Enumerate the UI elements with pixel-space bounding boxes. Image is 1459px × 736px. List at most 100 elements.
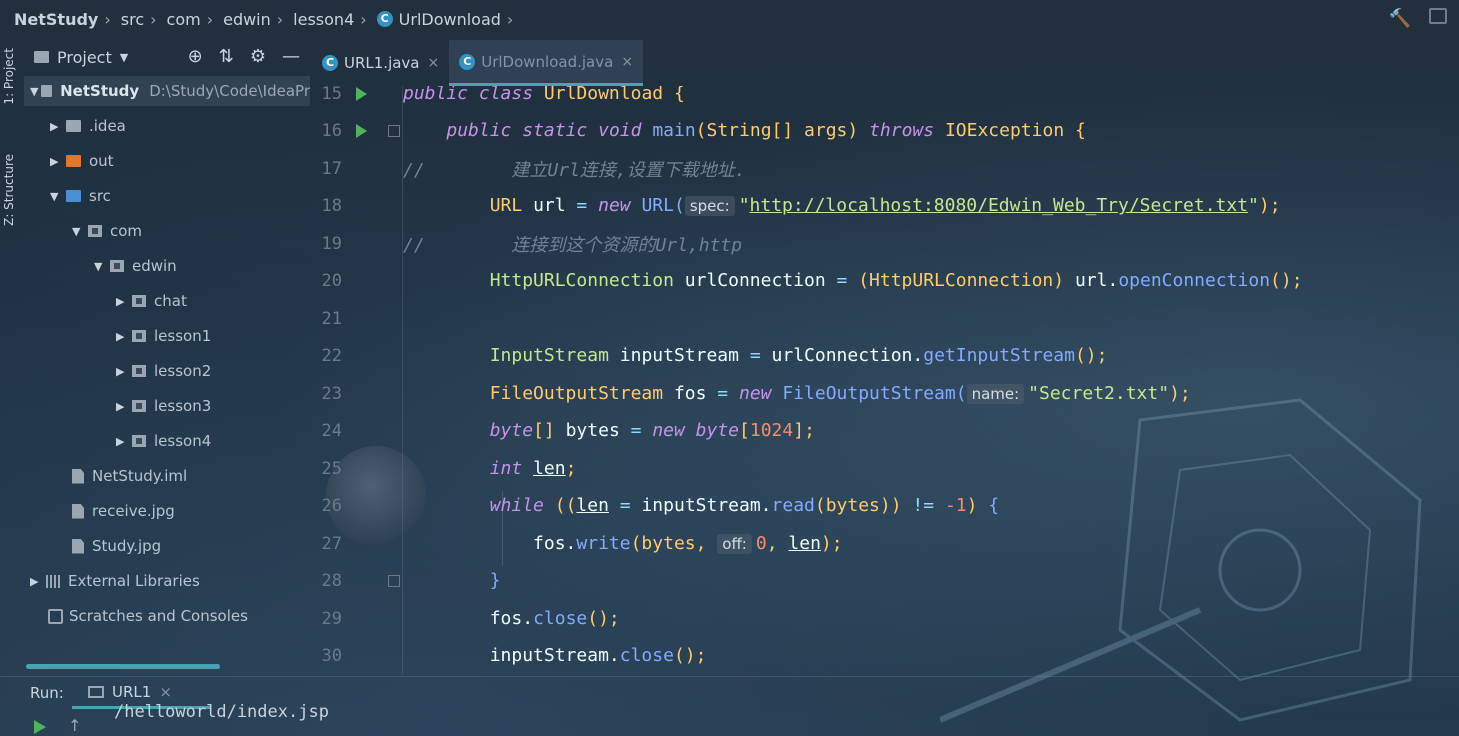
collapse-all-icon[interactable]: ⇅ <box>219 46 234 67</box>
breadcrumb-src[interactable]: src <box>121 10 144 29</box>
code-token: = <box>619 495 631 517</box>
code-token: int <box>489 458 523 480</box>
minimize-icon[interactable]: — <box>282 46 300 67</box>
code-token: read <box>771 495 815 517</box>
structure-tool-button[interactable]: Z: Structure <box>2 154 16 226</box>
line-number: 18 <box>321 195 342 216</box>
rerun-icon[interactable] <box>34 720 46 734</box>
close-icon[interactable]: × <box>621 54 633 70</box>
line-number: 30 <box>321 645 342 666</box>
code-token: = <box>576 195 588 217</box>
chevron-down-icon[interactable]: ▼ <box>50 190 66 203</box>
code-comment: 建立Url连接,设置下载地址. <box>511 159 746 181</box>
line-number: 28 <box>321 570 342 591</box>
chevron-down-icon[interactable]: ▼ <box>120 51 128 64</box>
tab-url1-java[interactable]: C URL1.java × <box>312 40 449 86</box>
code-url-link[interactable]: http://localhost:8080/Edwin_Web_Try/Secr… <box>750 195 1249 216</box>
folder-icon <box>66 155 81 167</box>
gear-icon[interactable]: ⚙ <box>250 46 266 67</box>
code-token: (); <box>673 645 707 667</box>
run-console[interactable]: ↑ /helloworld/index.jsp <box>0 702 1459 736</box>
tree-item-out[interactable]: ▶ out <box>50 146 114 176</box>
tree-item-lesson2[interactable]: ▶ lesson2 <box>116 356 211 386</box>
tree-item-label: External Libraries <box>68 572 200 590</box>
breadcrumb-urldownload[interactable]: UrlDownload <box>399 10 501 29</box>
tree-item-netstudy-iml[interactable]: NetStudy.iml <box>72 461 187 491</box>
code-token: HttpURLConnection <box>489 270 674 292</box>
code-token: getInputStream <box>923 345 1075 367</box>
code-line-26: 26 while ((len = inputStream.read(bytes)… <box>312 487 1459 525</box>
run-class-icon[interactable] <box>356 86 367 101</box>
chevron-down-icon[interactable]: ▼ <box>30 85 41 98</box>
tree-item-lesson3[interactable]: ▶ lesson3 <box>116 391 211 421</box>
tree-item-label: src <box>89 187 111 205</box>
code-line-24: 24 byte[] bytes = new byte[1024]; <box>312 412 1459 450</box>
project-view-selector[interactable]: Project <box>57 48 112 67</box>
breadcrumb-lesson4[interactable]: lesson4 <box>293 10 354 29</box>
tree-item-path: D:\Study\Code\IdeaPr <box>149 82 310 100</box>
file-icon <box>72 468 84 484</box>
code-token: fos. <box>489 608 534 630</box>
chevron-right-icon[interactable]: ▶ <box>116 295 132 308</box>
build-hammer-icon[interactable]: 🔨 <box>1389 8 1411 29</box>
code-token: " <box>738 195 750 217</box>
code-token: urlConnection. <box>771 345 924 367</box>
chevron-right-icon[interactable]: ▶ <box>116 330 132 343</box>
chevron-right-icon[interactable]: ▶ <box>50 120 66 133</box>
code-token: len <box>533 458 566 480</box>
run-panel-label: Run: <box>30 683 64 702</box>
breadcrumb-com[interactable]: com <box>167 10 201 29</box>
close-icon[interactable]: × <box>428 55 440 71</box>
frame-icon[interactable] <box>1429 8 1447 24</box>
code-token: while <box>489 495 544 517</box>
line-number: 24 <box>321 420 342 441</box>
folder-icon <box>66 120 81 132</box>
tree-item-com[interactable]: ▼ com <box>72 216 142 246</box>
project-tool-button[interactable]: 1: Project <box>2 48 16 105</box>
arrow-up-icon[interactable]: ↑ <box>68 716 81 735</box>
code-line-29: 29 fos.close(); <box>312 600 1459 638</box>
code-token: FileOutputStream( <box>782 383 967 405</box>
breadcrumb-edwin[interactable]: edwin <box>223 10 271 29</box>
code-token: (String[] args) <box>695 120 859 142</box>
code-token: { <box>1075 120 1086 142</box>
code-token: class <box>478 86 534 105</box>
tree-item-netstudy-root[interactable]: ▼ NetStudy D:\Study\Code\IdeaPr <box>24 76 310 106</box>
tree-item-src[interactable]: ▼ src <box>50 181 111 211</box>
code-line-23: 23 FileOutputStream fos = new FileOutput… <box>312 375 1459 413</box>
chevron-right-icon[interactable]: ▶ <box>116 365 132 378</box>
chevron-right-icon[interactable]: ▶ <box>116 400 132 413</box>
breadcrumb-netstudy[interactable]: NetStudy <box>14 10 98 29</box>
chevron-down-icon[interactable]: ▼ <box>72 225 88 238</box>
locate-icon[interactable]: ⊕ <box>188 46 203 67</box>
line-number: 16 <box>321 120 342 141</box>
chevron-right-icon[interactable]: ▶ <box>30 575 46 588</box>
code-token: openConnection <box>1118 270 1271 292</box>
tab-urldownload-java[interactable]: C UrlDownload.java × <box>449 40 644 86</box>
code-token: IOException <box>944 120 1065 142</box>
fold-icon[interactable] <box>388 124 400 137</box>
tree-item-edwin[interactable]: ▼ edwin <box>94 251 177 281</box>
code-token: urlConnection <box>684 270 826 292</box>
close-icon[interactable]: × <box>159 683 172 701</box>
chevron-down-icon[interactable]: ▼ <box>94 260 110 273</box>
tree-item-lesson1[interactable]: ▶ lesson1 <box>116 321 211 351</box>
project-horizontal-scrollbar[interactable] <box>26 664 220 669</box>
tree-item-lesson4[interactable]: ▶ lesson4 <box>116 426 211 456</box>
code-line-20: 20 HttpURLConnection urlConnection = (Ht… <box>312 262 1459 300</box>
tree-item-receive-jpg[interactable]: receive.jpg <box>72 496 175 526</box>
tree-item-scratches[interactable]: Scratches and Consoles <box>48 601 248 631</box>
fold-icon[interactable] <box>388 574 400 587</box>
chevron-right-icon[interactable]: ▶ <box>50 155 66 168</box>
code-editor[interactable]: 15 public class UrlDownload { 16 public … <box>312 86 1459 674</box>
chevron-right-icon[interactable]: ▶ <box>116 435 132 448</box>
code-token: (bytes, <box>630 533 707 555</box>
tree-item-study-jpg[interactable]: Study.jpg <box>72 531 161 561</box>
code-token: [] <box>533 420 555 442</box>
tree-item-chat[interactable]: ▶ chat <box>116 286 187 316</box>
run-main-icon[interactable] <box>356 123 367 138</box>
code-line-27: 27 fos.write(bytes, off: 0, len); <box>312 525 1459 563</box>
tree-item-idea[interactable]: ▶ .idea <box>50 111 126 141</box>
code-line-17: 17 // 建立Url连接,设置下载地址. <box>312 150 1459 188</box>
tree-item-external-libraries[interactable]: ▶ External Libraries <box>30 566 200 596</box>
